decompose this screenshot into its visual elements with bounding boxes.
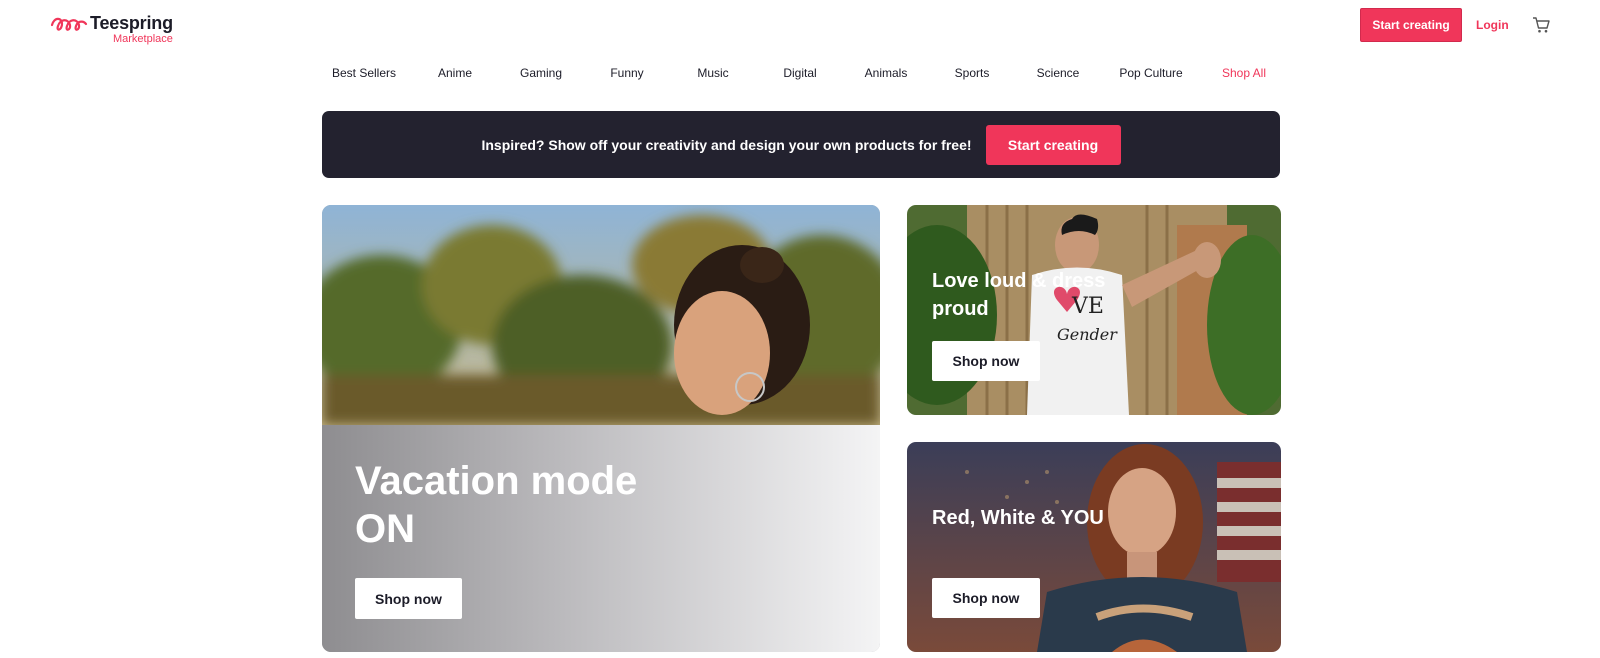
svg-text:Gender: Gender [1057, 325, 1118, 344]
shop-now-button[interactable]: Shop now [932, 341, 1040, 381]
logo-swirl-icon [50, 17, 88, 31]
nav-item-shop-all[interactable]: Shop All [1222, 62, 1266, 84]
nav-item-animals[interactable]: Animals [865, 62, 908, 84]
patriotic-card-title: Red, White & YOU [932, 507, 1104, 529]
shop-now-button[interactable]: Shop now [932, 578, 1040, 618]
nav-item-science[interactable]: Science [1037, 62, 1080, 84]
nav-item-gaming[interactable]: Gaming [520, 62, 562, 84]
promo-text: Inspired? Show off your creativity and d… [481, 136, 972, 153]
pride-card-title: Love loud & dress proud [932, 270, 1106, 320]
nav-item-anime[interactable]: Anime [438, 62, 472, 84]
category-nav: Best Sellers Anime Gaming Funny Music Di… [0, 62, 1600, 84]
login-link[interactable]: Login [1476, 8, 1509, 42]
nav-item-music[interactable]: Music [697, 62, 728, 84]
nav-item-digital[interactable]: Digital [783, 62, 816, 84]
teespring-logo[interactable]: Teespring Marketplace [50, 14, 173, 46]
cart-icon[interactable] [1532, 16, 1550, 34]
shop-now-button[interactable]: Shop now [355, 578, 462, 619]
hero-card-patriotic[interactable]: Red, White & YOU Shop now [907, 442, 1281, 652]
logo-name: Teespring [90, 13, 173, 33]
nav-item-sports[interactable]: Sports [955, 62, 990, 84]
hero-main-title: Vacation mode ON [355, 459, 638, 551]
nav-item-best-sellers[interactable]: Best Sellers [332, 62, 396, 84]
hero-card-vacation[interactable]: Vacation mode ON Shop now [322, 205, 880, 652]
nav-item-pop-culture[interactable]: Pop Culture [1119, 62, 1182, 84]
site-header: Teespring Marketplace Start creating Log… [0, 0, 1600, 52]
logo-subtitle: Marketplace [112, 33, 173, 45]
promo-start-creating-button[interactable]: Start creating [985, 124, 1121, 165]
patriotic-hero-image [907, 442, 1281, 652]
nav-item-funny[interactable]: Funny [610, 62, 643, 84]
create-promo-banner: Inspired? Show off your creativity and d… [322, 111, 1280, 178]
header-start-creating-button[interactable]: Start creating [1360, 8, 1462, 42]
hero-card-pride[interactable]: VE Gender Love loud & dress proud Shop n… [907, 205, 1281, 415]
